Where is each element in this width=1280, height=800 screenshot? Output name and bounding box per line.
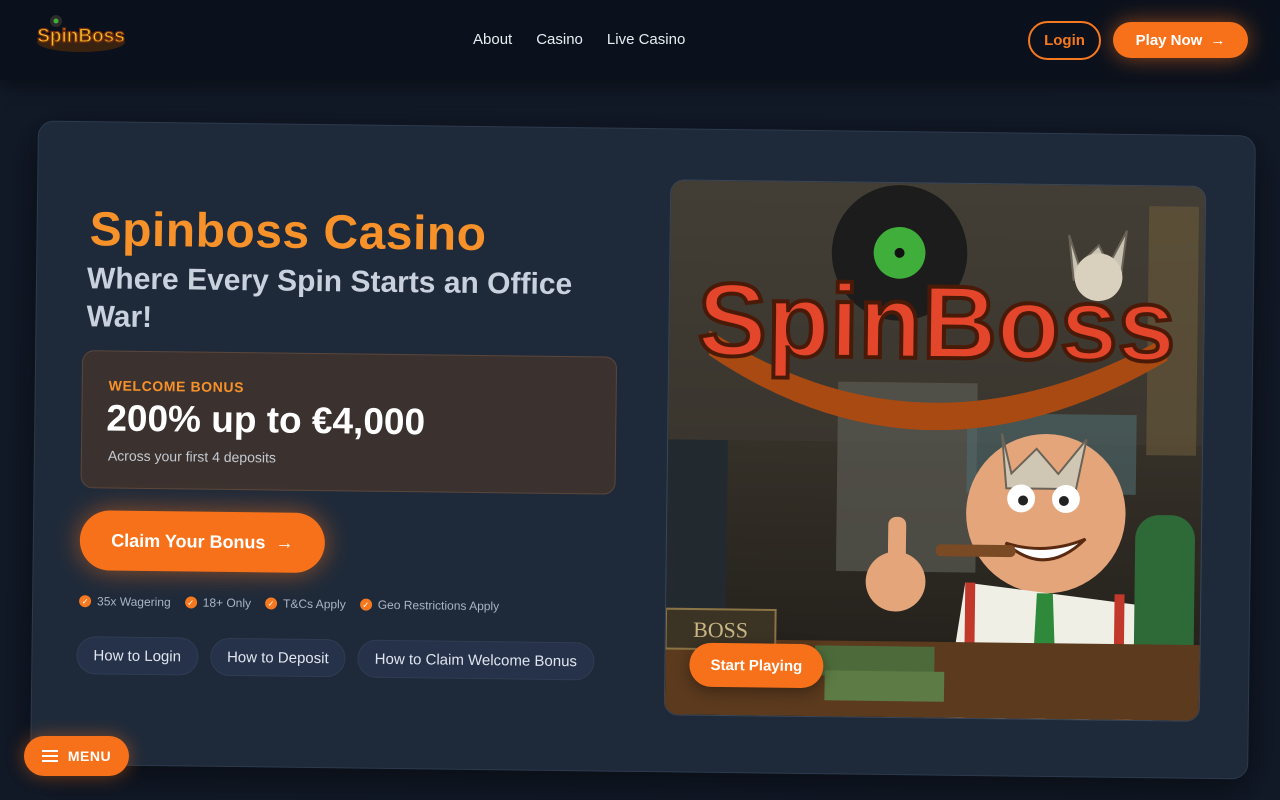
badge-label: T&Cs Apply	[282, 596, 346, 612]
spinboss-mascot-illustration: SpinBoss BOSS	[664, 180, 1206, 721]
check-icon: ✓	[184, 596, 197, 609]
badge-geo: ✓ Geo Restrictions Apply	[359, 597, 500, 614]
check-icon: ✓	[359, 598, 372, 611]
guide-how-to-claim-bonus[interactable]: How to Claim Welcome Bonus	[357, 639, 595, 681]
login-button-label: Login	[1044, 32, 1085, 49]
spinboss-logo-icon: SpinBoss	[37, 15, 125, 52]
badge-label: 35x Wagering	[97, 594, 171, 610]
nav-link-about[interactable]: About	[473, 30, 512, 50]
logo-wordmark: SpinBoss	[37, 26, 125, 47]
hero-subtitle: Where Every Spin Starts an Office War!	[86, 262, 573, 334]
top-navigation-bar: SpinBoss About Casino Live Casino Login …	[0, 0, 1280, 80]
desk-sign-text: BOSS	[693, 617, 748, 643]
claim-bonus-button[interactable]: Claim Your Bonus →	[79, 510, 326, 574]
menu-button[interactable]: MENU	[24, 736, 129, 776]
play-now-label: Play Now	[1135, 31, 1203, 49]
welcome-bonus-box: WELCOME BONUS 200% up to €4,000 Across y…	[80, 350, 618, 495]
nav-link-casino[interactable]: Casino	[536, 30, 583, 50]
guide-how-to-login[interactable]: How to Login	[76, 636, 199, 676]
nav-link-live-casino[interactable]: Live Casino	[607, 30, 685, 50]
badge-age: ✓ 18+ Only	[184, 595, 252, 611]
hero-title: Spinboss Casino	[89, 203, 487, 262]
arrow-right-icon: →	[1210, 31, 1226, 49]
main-nav: About Casino Live Casino	[473, 30, 685, 50]
guide-how-to-deposit[interactable]: How to Deposit	[209, 637, 346, 678]
arrow-right-icon: →	[275, 532, 294, 553]
check-icon: ✓	[79, 595, 92, 608]
menu-label: MENU	[67, 748, 112, 764]
badge-terms: ✓ T&Cs Apply	[264, 596, 346, 612]
bonus-amount: 200% up to €4,000	[106, 397, 426, 443]
promo-image: SpinBoss BOSS Start Playing	[663, 179, 1207, 722]
spinboss-logo[interactable]: SpinBoss	[34, 12, 128, 56]
play-now-button[interactable]: Play Now →	[1113, 22, 1248, 58]
terms-badges: ✓ 35x Wagering ✓ 18+ Only ✓ T&Cs Apply ✓…	[79, 594, 499, 613]
bonus-label: WELCOME BONUS	[108, 377, 245, 396]
login-button[interactable]: Login	[1028, 21, 1101, 60]
hamburger-icon	[41, 750, 58, 762]
claim-bonus-label: Claim Your Bonus	[111, 530, 266, 552]
start-playing-label: Start Playing	[710, 656, 803, 675]
start-playing-button[interactable]: Start Playing	[689, 642, 824, 689]
check-icon: ✓	[264, 597, 278, 610]
hero-card: Spinboss Casino Where Every Spin Starts …	[30, 120, 1256, 780]
badge-label: 18+ Only	[202, 595, 252, 611]
badge-label: Geo Restrictions Apply	[377, 597, 500, 614]
bonus-note: Across your first 4 deposits	[107, 447, 277, 466]
badge-wagering: ✓ 35x Wagering	[79, 594, 171, 609]
guide-links: How to Login How to Deposit How to Claim…	[76, 636, 595, 681]
